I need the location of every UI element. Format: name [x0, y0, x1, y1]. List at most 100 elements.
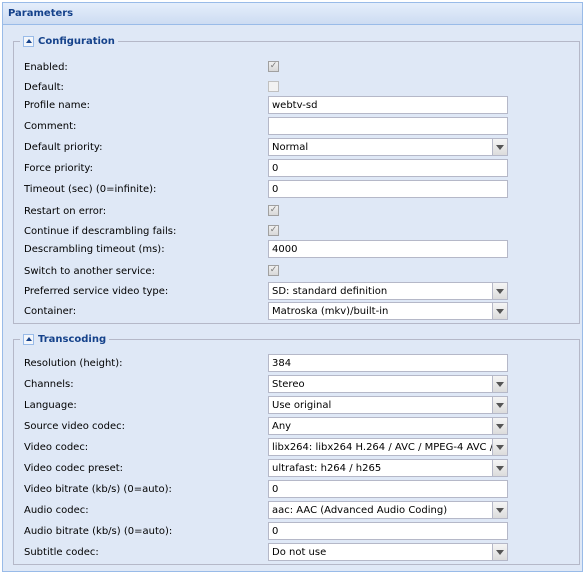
default-priority-row: Default priority: Normal — [14, 138, 579, 158]
switch-service-checkbox[interactable]: ✓ — [268, 265, 279, 276]
audio-bitrate-input[interactable]: 0 — [268, 522, 508, 540]
chevron-down-icon[interactable] — [492, 376, 507, 392]
language-value: Use original — [272, 400, 332, 411]
audio-codec-value: aac: AAC (Advanced Audio Coding) — [272, 505, 448, 516]
audio-codec-select[interactable]: aac: AAC (Advanced Audio Coding) — [268, 501, 508, 519]
video-codec-label: Video codec: — [24, 442, 89, 453]
resolution-input[interactable]: 384 — [268, 354, 508, 372]
default-priority-label: Default priority: — [24, 142, 103, 153]
language-label: Language: — [24, 400, 77, 411]
video-codec-preset-value: ultrafast: h264 / h265 — [272, 463, 382, 474]
default-row: Default: — [14, 78, 579, 98]
channels-label: Channels: — [24, 379, 74, 390]
checkmark-icon: ✓ — [269, 61, 278, 71]
container-label: Container: — [24, 306, 77, 317]
checkmark-icon: ✓ — [269, 225, 278, 235]
comment-row: Comment: — [14, 117, 579, 137]
descrambling-timeout-label: Descrambling timeout (ms): — [24, 244, 165, 255]
source-video-codec-label: Source video codec: — [24, 421, 126, 432]
video-bitrate-row: Video bitrate (kb/s) (0=auto): 0 — [14, 480, 579, 500]
force-priority-label: Force priority: — [24, 163, 93, 174]
source-video-codec-select[interactable]: Any — [268, 417, 508, 435]
parameters-panel: Parameters Configuration Enabled: ✓ Defa… — [2, 2, 583, 572]
preferred-video-type-label: Preferred service video type: — [24, 286, 169, 297]
switch-service-label: Switch to another service: — [24, 266, 155, 277]
default-checkbox[interactable] — [268, 81, 279, 92]
video-codec-preset-label: Video codec preset: — [24, 463, 124, 474]
chevron-down-icon[interactable] — [492, 418, 507, 434]
chevron-down-icon[interactable] — [492, 460, 507, 476]
panel-title: Parameters — [3, 3, 582, 25]
chevron-down-icon[interactable] — [492, 139, 507, 155]
configuration-fieldset: Configuration Enabled: ✓ Default: Profil… — [13, 34, 580, 324]
default-priority-value: Normal — [272, 142, 309, 153]
collapse-up-icon[interactable] — [23, 35, 34, 47]
video-codec-preset-row: Video codec preset: ultrafast: h264 / h2… — [14, 459, 579, 479]
timeout-label: Timeout (sec) (0=infinite): — [24, 184, 157, 195]
timeout-input[interactable]: 0 — [268, 180, 508, 198]
audio-bitrate-row: Audio bitrate (kb/s) (0=auto): 0 — [14, 522, 579, 542]
container-select[interactable]: Matroska (mkv)/built-in — [268, 302, 508, 320]
chevron-down-icon[interactable] — [492, 303, 507, 319]
profile-name-input[interactable]: webtv-sd — [268, 96, 508, 114]
chevron-down-icon[interactable] — [492, 283, 507, 299]
configuration-legend-label: Configuration — [38, 35, 115, 47]
subtitle-codec-row: Subtitle codec: Do not use — [14, 543, 579, 563]
container-value: Matroska (mkv)/built-in — [272, 306, 389, 317]
channels-row: Channels: Stereo — [14, 375, 579, 395]
audio-codec-label: Audio codec: — [24, 505, 89, 516]
configuration-legend[interactable]: Configuration — [20, 34, 118, 48]
transcoding-legend-label: Transcoding — [38, 333, 107, 345]
audio-bitrate-label: Audio bitrate (kb/s) (0=auto): — [24, 526, 173, 537]
profile-name-label: Profile name: — [24, 100, 91, 111]
preferred-video-type-select[interactable]: SD: standard definition — [268, 282, 508, 300]
video-codec-row: Video codec: libx264: libx264 H.264 / AV… — [14, 438, 579, 458]
restart-on-error-row: Restart on error: ✓ — [14, 202, 579, 222]
subtitle-codec-label: Subtitle codec: — [24, 547, 99, 558]
channels-select[interactable]: Stereo — [268, 375, 508, 393]
profile-name-row: Profile name: webtv-sd — [14, 96, 579, 116]
enabled-label: Enabled: — [24, 62, 68, 73]
transcoding-legend[interactable]: Transcoding — [20, 332, 110, 346]
comment-input[interactable] — [268, 117, 508, 135]
descrambling-timeout-row: Descrambling timeout (ms): 4000 — [14, 240, 579, 260]
chevron-down-icon[interactable] — [492, 439, 507, 455]
language-row: Language: Use original — [14, 396, 579, 416]
collapse-up-icon[interactable] — [23, 333, 34, 345]
checkmark-icon: ✓ — [269, 205, 278, 215]
continue-descrambling-checkbox[interactable]: ✓ — [268, 225, 279, 236]
force-priority-input[interactable]: 0 — [268, 159, 508, 177]
chevron-down-icon[interactable] — [492, 502, 507, 518]
enabled-row: Enabled: ✓ — [14, 58, 579, 78]
channels-value: Stereo — [272, 379, 305, 390]
resolution-row: Resolution (height): 384 — [14, 354, 579, 374]
source-video-codec-value: Any — [272, 421, 292, 432]
default-priority-select[interactable]: Normal — [268, 138, 508, 156]
video-codec-preset-select[interactable]: ultrafast: h264 / h265 — [268, 459, 508, 477]
resolution-label: Resolution (height): — [24, 358, 123, 369]
comment-label: Comment: — [24, 121, 77, 132]
container-row: Container: Matroska (mkv)/built-in — [14, 302, 579, 322]
timeout-row: Timeout (sec) (0=infinite): 0 — [14, 180, 579, 200]
video-bitrate-input[interactable]: 0 — [268, 480, 508, 498]
checkmark-icon: ✓ — [269, 265, 278, 275]
continue-descrambling-row: Continue if descrambling fails: ✓ — [14, 222, 579, 242]
video-codec-value: libx264: libx264 H.264 / AVC / MPEG-4 AV… — [272, 442, 508, 453]
language-select[interactable]: Use original — [268, 396, 508, 414]
descrambling-timeout-input[interactable]: 4000 — [268, 240, 508, 258]
enabled-checkbox[interactable]: ✓ — [268, 61, 279, 72]
restart-on-error-label: Restart on error: — [24, 206, 107, 217]
audio-codec-row: Audio codec: aac: AAC (Advanced Audio Co… — [14, 501, 579, 521]
subtitle-codec-value: Do not use — [272, 547, 327, 558]
video-bitrate-label: Video bitrate (kb/s) (0=auto): — [24, 484, 172, 495]
default-label: Default: — [24, 82, 64, 93]
force-priority-row: Force priority: 0 — [14, 159, 579, 179]
chevron-down-icon[interactable] — [492, 544, 507, 560]
preferred-video-type-row: Preferred service video type: SD: standa… — [14, 282, 579, 302]
restart-on-error-checkbox[interactable]: ✓ — [268, 205, 279, 216]
continue-descrambling-label: Continue if descrambling fails: — [24, 226, 177, 237]
chevron-down-icon[interactable] — [492, 397, 507, 413]
subtitle-codec-select[interactable]: Do not use — [268, 543, 508, 561]
transcoding-fieldset: Transcoding Resolution (height): 384 Cha… — [13, 332, 580, 565]
video-codec-select[interactable]: libx264: libx264 H.264 / AVC / MPEG-4 AV… — [268, 438, 508, 456]
